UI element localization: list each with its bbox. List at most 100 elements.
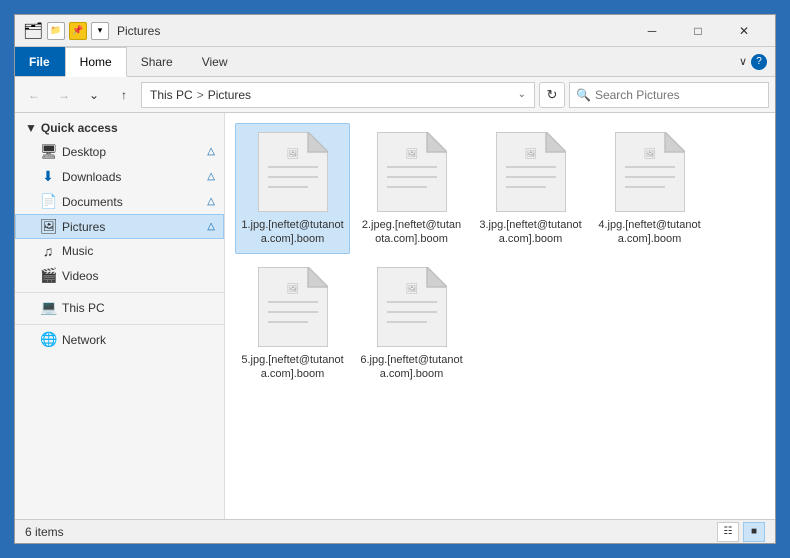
search-input[interactable] bbox=[595, 88, 762, 102]
downloads-icon: ⬇ bbox=[40, 168, 56, 185]
expand-icon: ▼ bbox=[25, 121, 37, 135]
qab-arrow-btn[interactable]: ▾ bbox=[91, 22, 109, 40]
window-title: Pictures bbox=[117, 24, 629, 38]
file-name: 3.jpg.[neftet@tutanota.com].boom bbox=[478, 218, 583, 247]
quick-access-toolbar: 📁 📌 ▾ bbox=[47, 22, 109, 40]
refresh-button[interactable]: ↻ bbox=[539, 82, 565, 108]
address-path[interactable]: This PC > Pictures ⌄ bbox=[141, 82, 535, 108]
pin-icon-documents: △ bbox=[207, 196, 215, 207]
file-item[interactable]: 🖼 6.jpg.[neftet@tutanota.com].boom bbox=[354, 258, 469, 389]
file-icon: 🖼 bbox=[258, 267, 328, 347]
maximize-button[interactable]: □ bbox=[675, 16, 721, 46]
large-icons-view-button[interactable]: ■ bbox=[743, 522, 765, 542]
svg-text:🖼: 🖼 bbox=[524, 148, 537, 160]
music-icon: ♫ bbox=[40, 243, 56, 259]
file-name: 1.jpg.[neftet@tutanota.com].boom bbox=[240, 218, 345, 247]
sidebar-item-thispc[interactable]: 💻 This PC bbox=[15, 295, 224, 320]
pin-icon-desktop: △ bbox=[207, 146, 215, 157]
svg-text:🖼: 🖼 bbox=[405, 283, 418, 295]
ribbon: File Home Share View ∨ ? bbox=[15, 47, 775, 77]
help-button[interactable]: ? bbox=[751, 54, 767, 70]
sidebar: ▼ Quick access 🖥 Desktop △ ⬇ Downloads △… bbox=[15, 113, 225, 519]
sidebar-item-desktop[interactable]: 🖥 Desktop △ bbox=[15, 139, 224, 164]
file-item[interactable]: 🖼 1.jpg.[neftet@tutanota.com].boom bbox=[235, 123, 350, 254]
pin-icon-pictures: △ bbox=[207, 221, 215, 232]
tab-home[interactable]: Home bbox=[65, 47, 127, 77]
svg-text:🖼: 🖼 bbox=[286, 148, 299, 160]
svg-text:🖼: 🖼 bbox=[405, 148, 418, 160]
qab-pin-btn[interactable]: 📌 bbox=[69, 22, 87, 40]
main-area: ▼ Quick access 🖥 Desktop △ ⬇ Downloads △… bbox=[15, 113, 775, 519]
file-name: 6.jpg.[neftet@tutanota.com].boom bbox=[359, 353, 464, 382]
file-grid: 🖼 1.jpg.[neftet@tutanota.com].boom 🖼 2.j… bbox=[235, 123, 765, 388]
file-explorer-window: 🗂 📁 📌 ▾ Pictures ─ □ ✕ File Home Share V… bbox=[14, 14, 776, 544]
pictures-icon: 🖼 bbox=[40, 218, 56, 235]
sidebar-label-pictures: Pictures bbox=[62, 220, 201, 234]
sidebar-item-pictures[interactable]: 🖼 Pictures △ bbox=[15, 214, 224, 239]
path-thispc[interactable]: This PC bbox=[150, 88, 193, 102]
close-button[interactable]: ✕ bbox=[721, 16, 767, 46]
pin-icon-downloads: △ bbox=[207, 171, 215, 182]
address-bar: ← → ⌄ ↑ This PC > Pictures ⌄ ↻ 🔍 bbox=[15, 77, 775, 113]
quick-access-label: ▼ Quick access bbox=[15, 117, 224, 139]
sidebar-label-videos: Videos bbox=[62, 269, 215, 283]
search-icon: 🔍 bbox=[576, 88, 591, 102]
file-icon: 🖼 bbox=[377, 132, 447, 212]
tab-file[interactable]: File bbox=[15, 47, 65, 76]
sidebar-item-documents[interactable]: 📄 Documents △ bbox=[15, 189, 224, 214]
expand-chevron[interactable]: ∨ bbox=[739, 55, 747, 68]
quick-access-section: ▼ Quick access 🖥 Desktop △ ⬇ Downloads △… bbox=[15, 117, 224, 288]
details-view-button[interactable]: ☷ bbox=[717, 522, 739, 542]
sidebar-label-thispc: This PC bbox=[62, 301, 215, 315]
minimize-button[interactable]: ─ bbox=[629, 16, 675, 46]
recent-locations-button[interactable]: ⌄ bbox=[81, 82, 107, 108]
sidebar-item-videos[interactable]: 🎬 Videos bbox=[15, 263, 224, 288]
sidebar-label-network: Network bbox=[62, 333, 215, 347]
sidebar-label-downloads: Downloads bbox=[62, 170, 201, 184]
file-icon: 🖼 bbox=[496, 132, 566, 212]
window-controls: ─ □ ✕ bbox=[629, 16, 767, 46]
file-name: 2.jpeg.[neftet@tutanota.com].boom bbox=[359, 218, 464, 247]
ribbon-expand: ∨ ? bbox=[731, 47, 775, 76]
thispc-icon: 💻 bbox=[40, 299, 56, 316]
sidebar-label-desktop: Desktop bbox=[62, 145, 201, 159]
tab-share[interactable]: Share bbox=[127, 47, 188, 76]
title-bar: 🗂 📁 📌 ▾ Pictures ─ □ ✕ bbox=[15, 15, 775, 47]
path-pictures[interactable]: Pictures bbox=[208, 88, 251, 102]
thispc-section: 💻 This PC bbox=[15, 295, 224, 320]
sidebar-label-documents: Documents bbox=[62, 195, 201, 209]
forward-button[interactable]: → bbox=[51, 82, 77, 108]
svg-text:🖼: 🖼 bbox=[286, 283, 299, 295]
network-icon: 🌐 bbox=[40, 331, 56, 348]
file-item[interactable]: 🖼 5.jpg.[neftet@tutanota.com].boom bbox=[235, 258, 350, 389]
tab-view[interactable]: View bbox=[188, 47, 243, 76]
sidebar-item-network[interactable]: 🌐 Network bbox=[15, 327, 224, 352]
svg-text:🖼: 🖼 bbox=[643, 148, 656, 160]
sidebar-divider-2 bbox=[15, 324, 224, 325]
file-item[interactable]: 🖼 2.jpeg.[neftet@tutanota.com].boom bbox=[354, 123, 469, 254]
network-section: 🌐 Network bbox=[15, 327, 224, 352]
sidebar-divider-1 bbox=[15, 292, 224, 293]
file-icon: 🖼 bbox=[258, 132, 328, 212]
file-item[interactable]: 🖼 3.jpg.[neftet@tutanota.com].boom bbox=[473, 123, 588, 254]
file-area: 🖼 1.jpg.[neftet@tutanota.com].boom 🖼 2.j… bbox=[225, 113, 775, 519]
file-icon: 🖼 bbox=[377, 267, 447, 347]
file-icon: 🖼 bbox=[615, 132, 685, 212]
view-controls: ☷ ■ bbox=[717, 522, 765, 542]
search-box[interactable]: 🔍 bbox=[569, 82, 769, 108]
sidebar-item-downloads[interactable]: ⬇ Downloads △ bbox=[15, 164, 224, 189]
back-button[interactable]: ← bbox=[21, 82, 47, 108]
sidebar-item-music[interactable]: ♫ Music bbox=[15, 239, 224, 263]
sidebar-label-music: Music bbox=[62, 244, 215, 258]
path-dropdown[interactable]: ⌄ bbox=[518, 89, 526, 100]
file-name: 4.jpg.[neftet@tutanota.com].boom bbox=[597, 218, 702, 247]
file-name: 5.jpg.[neftet@tutanota.com].boom bbox=[240, 353, 345, 382]
up-button[interactable]: ↑ bbox=[111, 82, 137, 108]
window-icon: 🗂 bbox=[23, 23, 43, 39]
file-item[interactable]: 🖼 4.jpg.[neftet@tutanota.com].boom bbox=[592, 123, 707, 254]
path-sep-1: > bbox=[197, 88, 204, 102]
ribbon-tabs: File Home Share View ∨ ? bbox=[15, 47, 775, 77]
documents-icon: 📄 bbox=[40, 193, 56, 210]
desktop-icon: 🖥 bbox=[40, 143, 56, 160]
qab-folder-btn[interactable]: 📁 bbox=[47, 22, 65, 40]
